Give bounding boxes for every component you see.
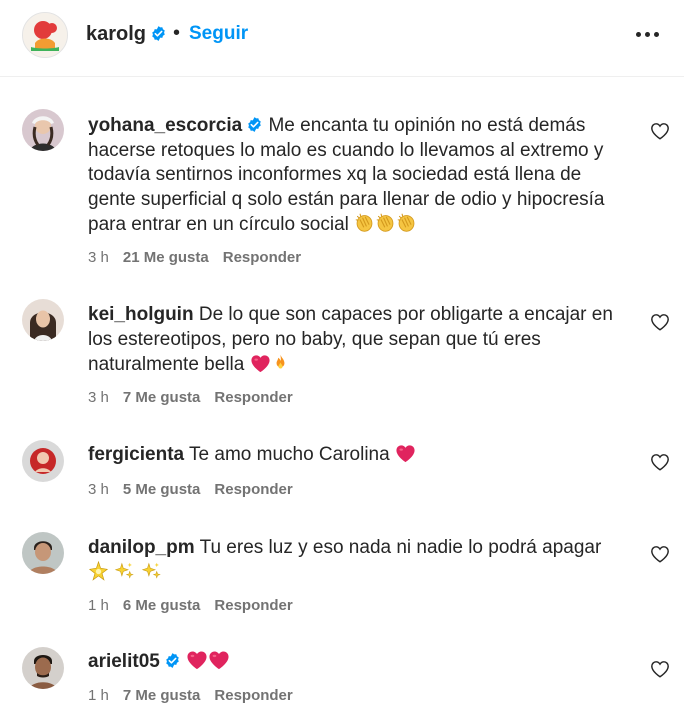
comment-likes[interactable]: 7 Me gusta: [123, 389, 201, 406]
comment-meta: 3 h 7 Me gusta Responder: [88, 389, 293, 406]
more-dot-icon: [645, 32, 650, 37]
comment-text: danilop_pm Tu eres luz y eso nada ni nad…: [88, 536, 618, 586]
comment-username[interactable]: yohana_escorcia: [88, 115, 242, 136]
comment-text: fergicienta Te amo mucho Carolina: [88, 443, 618, 468]
comment-time[interactable]: 3 h: [88, 389, 109, 406]
comment-message: Tu eres luz y eso nada ni nadie lo podrá…: [199, 537, 602, 558]
comment-likes[interactable]: 6 Me gusta: [123, 597, 201, 614]
commenter-avatar[interactable]: [22, 440, 64, 482]
clapping-hands-emoji-icon: [354, 212, 375, 233]
commenter-avatar[interactable]: [22, 299, 64, 341]
commenter-avatar[interactable]: [22, 647, 64, 689]
sparkle-emoji-icon: [88, 561, 109, 582]
follow-button[interactable]: Seguir: [189, 23, 248, 45]
comment-time[interactable]: 3 h: [88, 249, 109, 266]
fire-emoji-icon: [271, 352, 290, 373]
reply-button[interactable]: Responder: [214, 389, 292, 406]
comment-time[interactable]: 1 h: [88, 597, 109, 614]
comment-username[interactable]: arielit05: [88, 651, 160, 672]
comment-meta: 3 h 21 Me gusta Responder: [88, 249, 301, 266]
verified-badge-icon: [164, 652, 181, 669]
comment-likes[interactable]: 21 Me gusta: [123, 249, 209, 266]
post-header: karolg • Seguir: [0, 0, 684, 77]
reply-button[interactable]: Responder: [214, 481, 292, 498]
comment-meta: 1 h 6 Me gusta Responder: [88, 597, 293, 614]
like-heart-icon[interactable]: [650, 313, 670, 331]
reply-button[interactable]: Responder: [214, 687, 292, 704]
comment-text: arielit05: [88, 650, 618, 675]
commenter-avatar[interactable]: [22, 532, 64, 574]
like-heart-icon[interactable]: [650, 545, 670, 563]
verified-badge-icon: [150, 25, 167, 42]
comment-message: Te amo mucho Carolina: [189, 444, 390, 465]
red-heart-emoji-icon: [395, 444, 416, 463]
comment-username[interactable]: kei_holguin: [88, 304, 194, 325]
verified-badge-icon: [246, 116, 263, 133]
sparkles-emoji-icon: [114, 561, 135, 582]
comment-username[interactable]: danilop_pm: [88, 537, 195, 558]
author-username-text[interactable]: karolg: [86, 23, 146, 45]
like-heart-icon[interactable]: [650, 453, 670, 471]
more-options-button[interactable]: [636, 24, 660, 44]
comment-time[interactable]: 3 h: [88, 481, 109, 498]
comment-likes[interactable]: 7 Me gusta: [123, 687, 201, 704]
comment-likes[interactable]: 5 Me gusta: [123, 481, 201, 498]
author-username[interactable]: karolg: [86, 23, 167, 46]
more-dot-icon: [636, 32, 641, 37]
comment-meta: 1 h 7 Me gusta Responder: [88, 687, 293, 704]
separator-dot: •: [173, 22, 181, 44]
sparkles-emoji-icon: [141, 561, 162, 582]
comment-meta: 3 h 5 Me gusta Responder: [88, 481, 293, 498]
reply-button[interactable]: Responder: [214, 597, 292, 614]
clapping-hands-emoji-icon: [375, 212, 396, 233]
more-dot-icon: [654, 32, 659, 37]
commenter-avatar[interactable]: [22, 109, 64, 151]
comment-username[interactable]: fergicienta: [88, 444, 184, 465]
red-heart-emoji-icon: [186, 650, 208, 670]
red-heart-emoji-icon: [250, 354, 271, 373]
author-avatar[interactable]: [22, 12, 68, 58]
red-heart-emoji-icon: [208, 650, 230, 670]
comment-text: kei_holguin De lo que son capaces por ob…: [88, 303, 618, 378]
clapping-hands-emoji-icon: [396, 212, 417, 233]
reply-button[interactable]: Responder: [223, 249, 301, 266]
like-heart-icon[interactable]: [650, 122, 670, 140]
comment-time[interactable]: 1 h: [88, 687, 109, 704]
like-heart-icon[interactable]: [650, 660, 670, 678]
comment-text: yohana_escorcia Me encanta tu opinión no…: [88, 114, 618, 238]
